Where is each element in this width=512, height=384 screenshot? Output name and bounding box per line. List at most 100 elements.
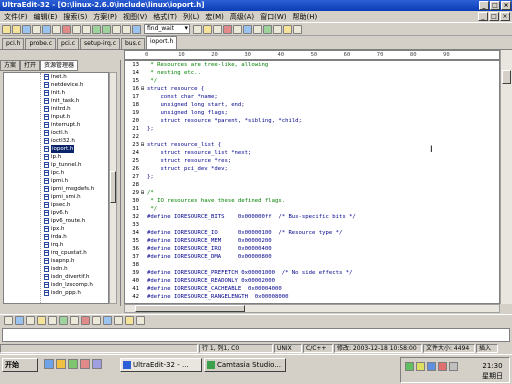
task-ultraedit[interactable]: UltraEdit-32 - ... [120, 358, 202, 372]
copy-icon[interactable] [72, 24, 81, 34]
tree-item[interactable]: isdn_ppp.h [44, 289, 81, 297]
tree-item[interactable]: ipv6_route.h [44, 217, 85, 225]
tab-pci-h[interactable]: pci.h [2, 38, 25, 49]
bookmark-icon[interactable] [203, 24, 212, 34]
tool-icon[interactable] [103, 316, 112, 325]
code-editor[interactable]: 13 * Resources are tree-like, allowing 1… [124, 60, 500, 304]
print-icon[interactable] [42, 24, 51, 34]
run-icon[interactable] [263, 24, 272, 34]
output-window[interactable] [2, 328, 510, 342]
tree-item[interactable]: ipmi_smi.h [44, 193, 81, 201]
open-file-icon[interactable] [12, 24, 21, 34]
panel-tab-open[interactable]: 打开 [20, 60, 41, 71]
start-button[interactable]: 开始 [2, 358, 38, 372]
save-icon[interactable] [22, 24, 31, 34]
tab-probe-c[interactable]: probe.c [25, 38, 57, 49]
browser-icon[interactable] [56, 359, 66, 369]
tree-item[interactable]: initrd.h [44, 105, 71, 113]
tool-icon[interactable] [70, 316, 79, 325]
tree-item[interactable]: netdevice.h [44, 81, 83, 89]
editor-vertical-scrollbar[interactable] [500, 50, 512, 304]
tool-icon[interactable] [26, 316, 35, 325]
tree-item[interactable]: isdn.h [44, 265, 68, 273]
tray-icon[interactable] [438, 362, 447, 371]
menu-file[interactable]: 文件(F) [4, 12, 28, 22]
word-wrap-icon[interactable] [213, 24, 222, 34]
menu-column[interactable]: 列(L) [183, 12, 199, 22]
editor-horizontal-scrollbar[interactable] [124, 304, 500, 313]
tab-bus-c[interactable]: bus.c [121, 38, 145, 49]
maximize-button[interactable]: □ [490, 1, 500, 10]
doc-minimize-button[interactable]: _ [478, 12, 488, 21]
tree-item[interactable]: ip.h [44, 153, 61, 161]
print-preview-icon[interactable] [52, 24, 61, 34]
media-icon[interactable] [80, 359, 90, 369]
tree-item-selected[interactable]: ioport.h [44, 145, 75, 153]
tab-pci-c[interactable]: pci.c [57, 38, 79, 49]
menu-help[interactable]: 帮助(H) [293, 12, 318, 22]
hex-mode-icon[interactable] [223, 24, 232, 34]
tool-icon[interactable] [114, 316, 123, 325]
replace-icon[interactable] [122, 24, 131, 34]
panel-tab-project[interactable]: 方案 [0, 60, 21, 71]
tree-item[interactable]: irq.h [44, 241, 63, 249]
find-icon[interactable] [112, 24, 121, 34]
explorer-icon[interactable] [68, 359, 78, 369]
menu-view[interactable]: 视图(V) [123, 12, 147, 22]
menu-project[interactable]: 方案(P) [93, 12, 117, 22]
tool-icon[interactable] [92, 316, 101, 325]
tree-item[interactable]: input.h [44, 113, 70, 121]
menu-advanced[interactable]: 高级(A) [230, 12, 254, 22]
tool-icon[interactable] [48, 316, 57, 325]
minimize-button[interactable]: _ [479, 1, 489, 10]
tool-icon[interactable] [125, 316, 134, 325]
volume-icon[interactable] [449, 362, 458, 371]
new-file-icon[interactable] [2, 24, 11, 34]
clock[interactable]: 21:30 星期日 [482, 361, 503, 381]
options-icon[interactable] [283, 24, 292, 34]
tree-item[interactable]: irq_cpustat.h [44, 249, 87, 257]
ftp-icon[interactable] [273, 24, 282, 34]
menu-edit[interactable]: 编辑(E) [34, 12, 58, 22]
tree-item[interactable]: ipv6.h [44, 209, 68, 217]
close-file-icon[interactable] [32, 24, 41, 34]
tool-icon[interactable] [59, 316, 68, 325]
menu-macro[interactable]: 宏(M) [205, 12, 224, 22]
tab-setup-irq-c[interactable]: setup-irq.c [80, 38, 120, 49]
editor-hscroll-thumb[interactable] [135, 305, 245, 312]
help-icon[interactable] [293, 24, 302, 34]
function-list-select[interactable]: find_wait [144, 24, 190, 34]
tray-icon[interactable] [405, 362, 414, 371]
undo-icon[interactable] [92, 24, 101, 34]
tool-icon[interactable] [136, 316, 145, 325]
doc-maximize-button[interactable]: □ [489, 12, 499, 21]
tool-icon[interactable] [15, 316, 24, 325]
compile-icon[interactable] [253, 24, 262, 34]
tool-icon[interactable] [37, 316, 46, 325]
cut-icon[interactable] [62, 24, 71, 34]
task-camtasia[interactable]: Camtasia Studio... [204, 358, 286, 372]
tree-item[interactable]: ipx.h [44, 225, 65, 233]
spell-check-icon[interactable] [243, 24, 252, 34]
tree-item[interactable]: isapnp.h [44, 257, 74, 265]
doc-close-button[interactable]: × [500, 12, 510, 21]
tree-item[interactable]: init.h [44, 89, 65, 97]
tree-scroll-thumb[interactable] [110, 171, 116, 203]
close-button[interactable]: × [501, 1, 511, 10]
tree-item[interactable]: init_task.h [44, 97, 79, 105]
tree-item[interactable]: inet.h [44, 73, 67, 81]
tree-item[interactable]: irda.h [44, 233, 67, 241]
tree-item[interactable]: ioctl.h [44, 129, 68, 137]
tree-item[interactable]: ioctl32.h [44, 137, 75, 145]
tray-icon[interactable] [416, 362, 425, 371]
tree-item[interactable]: ipsec.h [44, 201, 71, 209]
tree-item[interactable]: ipmi.h [44, 177, 68, 185]
menu-window[interactable]: 窗口(W) [260, 12, 286, 22]
redo-icon[interactable] [102, 24, 111, 34]
editor-vscroll-thumb[interactable] [502, 70, 511, 84]
tree-item[interactable]: isdn_lzscomp.h [44, 281, 93, 289]
find-in-files-icon[interactable] [132, 24, 141, 34]
menu-format[interactable]: 格式(T) [153, 12, 177, 22]
column-mode-icon[interactable] [233, 24, 242, 34]
tree-item[interactable]: interrupt.h [44, 121, 80, 129]
